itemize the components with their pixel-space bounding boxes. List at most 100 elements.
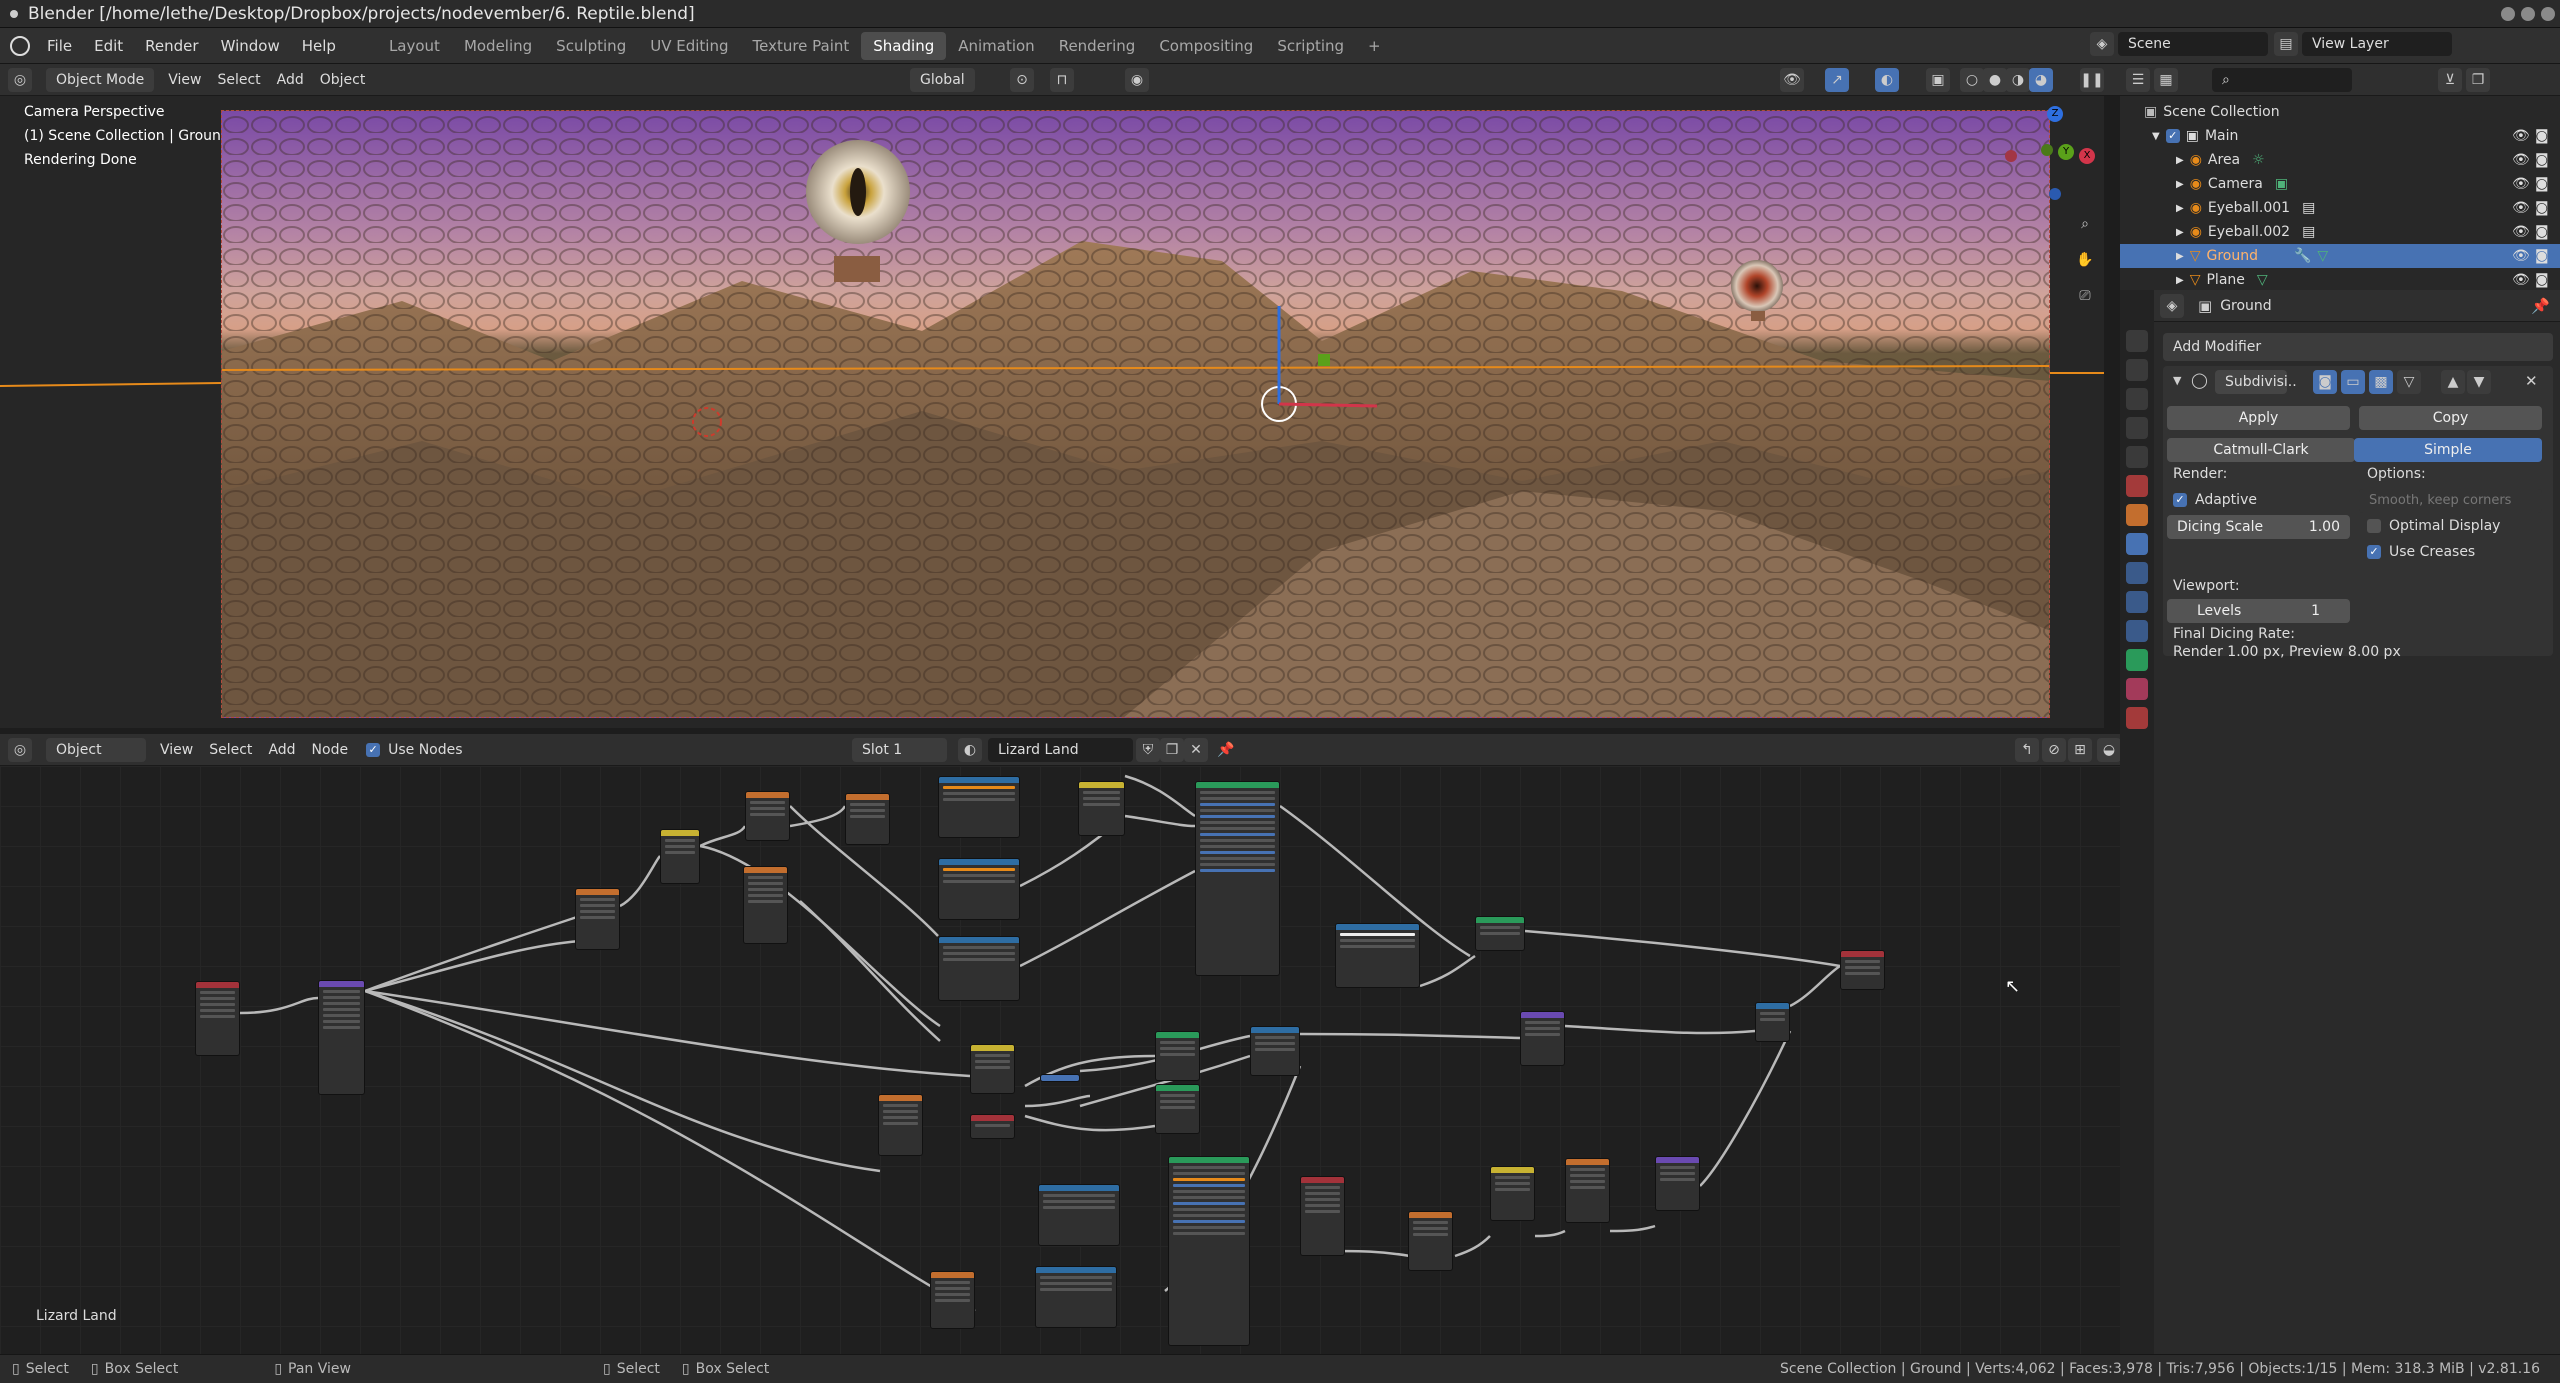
node-math-power[interactable] xyxy=(1565,1158,1610,1223)
node-menu-view[interactable]: View xyxy=(152,742,201,758)
expand-arrow-icon[interactable]: ▶ xyxy=(2176,275,2184,286)
modifier-name-field[interactable]: Subdivisi.. xyxy=(2215,370,2297,394)
view-layer-icon[interactable]: ▤ xyxy=(2274,32,2298,56)
gizmo-axis-neg-z-icon[interactable] xyxy=(2049,188,2061,200)
node-menu-select[interactable]: Select xyxy=(201,742,260,758)
tab-scripting[interactable]: Scripting xyxy=(1265,32,1356,60)
pan-hand-icon[interactable]: ✋ xyxy=(2073,248,2097,272)
overlays-icon[interactable]: ◐ xyxy=(1875,67,1899,92)
eye-icon[interactable]: 👁 xyxy=(2512,272,2530,288)
node-color-ramp-d[interactable] xyxy=(1335,923,1420,988)
add-modifier-dropdown[interactable]: Add Modifier xyxy=(2163,333,2553,361)
gizmo-axis-neg-y-icon[interactable] xyxy=(2041,144,2053,156)
node-mix-rgb-a[interactable] xyxy=(1078,781,1125,836)
maximize-button[interactable] xyxy=(2521,7,2535,21)
node-editor[interactable]: Lizard Land ↖ xyxy=(0,766,2120,1354)
dicing-scale-field[interactable]: Dicing Scale 1.00 xyxy=(2167,515,2350,539)
new-collection-icon[interactable]: ❐ xyxy=(2466,67,2490,92)
scene-selector[interactable]: Scene xyxy=(2118,32,2268,56)
tool-tab-icon[interactable] xyxy=(2126,330,2148,352)
node-noise-texture[interactable] xyxy=(575,888,620,950)
move-down-icon[interactable]: ▼ xyxy=(2467,370,2491,394)
view-layer-tab-icon[interactable] xyxy=(2126,417,2148,439)
tab-rendering[interactable]: Rendering xyxy=(1047,32,1148,60)
filter-icon[interactable]: ⊻ xyxy=(2438,67,2462,92)
show-in-editmode-icon[interactable]: ▩ xyxy=(2369,370,2393,394)
solid-shading-icon[interactable]: ● xyxy=(1983,67,2007,92)
object-tab-icon[interactable] xyxy=(2126,504,2148,526)
backdrop-icon[interactable]: ⊘ xyxy=(2042,737,2066,762)
node-color-ramp-f[interactable] xyxy=(1035,1266,1117,1328)
menu-file[interactable]: File xyxy=(36,32,83,60)
remove-modifier-icon[interactable]: ✕ xyxy=(2525,372,2538,390)
outliner-editor-type-icon[interactable]: ☰ xyxy=(2126,67,2150,92)
render-camera-icon[interactable]: ◙ xyxy=(2535,128,2549,144)
display-mode-icon[interactable]: ▦ xyxy=(2154,67,2178,92)
material-sphere-icon[interactable]: ◐ xyxy=(958,737,982,762)
node-shader-to-rgb-a[interactable] xyxy=(1155,1031,1200,1081)
outliner[interactable]: ☰ ▦ ⌕ ⊻ ❐ ▣ Scene Collection ▼ ✓ ▣ Main 👁 ◙ ▶ ◉… xyxy=(2120,64,2560,290)
node-color-ramp-a[interactable] xyxy=(938,776,1020,838)
gizmo-icon[interactable]: ↗ xyxy=(1825,67,1849,92)
tab-modeling[interactable]: Modeling xyxy=(452,32,544,60)
render-camera-icon[interactable]: ◙ xyxy=(2535,248,2549,264)
node-voronoi-a[interactable] xyxy=(745,791,790,841)
node-overlay-icon[interactable]: ◒ xyxy=(2097,737,2121,762)
fake-user-shield-icon[interactable]: ⛨ xyxy=(1136,737,1160,762)
node-shader-to-rgb-b[interactable] xyxy=(1155,1084,1200,1134)
eye-icon[interactable]: 👁 xyxy=(2512,200,2530,216)
minimize-button[interactable] xyxy=(2501,7,2515,21)
render-camera-icon[interactable]: ◙ xyxy=(2535,176,2549,192)
tab-uv-editing[interactable]: UV Editing xyxy=(638,32,740,60)
show-in-viewport-icon[interactable]: ▭ xyxy=(2341,370,2365,394)
eye-icon[interactable]: 👁 xyxy=(2512,224,2530,240)
viewport-menu-select[interactable]: Select xyxy=(209,72,268,88)
gizmo-axis-z-icon[interactable]: Z xyxy=(2047,106,2063,122)
expand-arrow-icon[interactable]: ▼ xyxy=(2152,131,2160,142)
expand-arrow-icon[interactable]: ▶ xyxy=(2176,179,2184,190)
properties-editor-type-icon[interactable]: ◈ xyxy=(2160,293,2184,318)
3d-viewport[interactable]: Camera Perspective (1) Scene Collection … xyxy=(0,96,2104,728)
viewport-menu-add[interactable]: Add xyxy=(269,72,312,88)
transform-orientation-dropdown[interactable]: Global xyxy=(910,67,975,92)
use-nodes-checkbox[interactable]: ✓ xyxy=(366,742,381,757)
pause-render-icon[interactable]: ❚❚ xyxy=(2080,67,2104,92)
node-material-output[interactable] xyxy=(1840,950,1885,990)
editor-type-icon[interactable]: ◎ xyxy=(8,67,32,92)
scene-tab-icon[interactable] xyxy=(2126,446,2148,468)
on-cage-icon[interactable]: ▽ xyxy=(2397,370,2421,394)
tab-sculpting[interactable]: Sculpting xyxy=(544,32,638,60)
node-color-ramp[interactable] xyxy=(660,829,700,884)
tab-layout[interactable]: Layout xyxy=(377,32,452,60)
proportional-edit-icon[interactable]: ◉ xyxy=(1125,67,1149,92)
adaptive-checkbox-row[interactable]: ✓ Adaptive xyxy=(2173,492,2257,508)
unlink-material-icon[interactable]: ✕ xyxy=(1184,737,1208,762)
use-creases-checkbox[interactable]: ✓ xyxy=(2367,545,2381,559)
output-tab-icon[interactable] xyxy=(2126,388,2148,410)
expand-arrow-icon[interactable]: ▶ xyxy=(2176,155,2184,166)
tab-animation[interactable]: Animation xyxy=(946,32,1046,60)
material-tab-icon[interactable] xyxy=(2126,678,2148,700)
smooth-dropdown[interactable]: Smooth, keep corners xyxy=(2359,489,2542,513)
optimal-display-checkbox[interactable] xyxy=(2367,519,2381,533)
gizmo-axis-x-icon[interactable]: X xyxy=(2079,148,2095,164)
pivot-icon[interactable]: ⊙ xyxy=(1010,67,1034,92)
outliner-item-scene-collection[interactable]: ▣ Scene Collection xyxy=(2120,100,2560,124)
visibility-icon[interactable]: 👁 xyxy=(1780,67,1804,92)
exclude-checkbox[interactable]: ✓ xyxy=(2165,129,2180,143)
node-noise-texture-d[interactable] xyxy=(930,1271,975,1329)
physics-tab-icon[interactable] xyxy=(2126,591,2148,613)
zoom-icon[interactable]: ⌕ xyxy=(2073,212,2097,236)
snap-node-icon[interactable]: ⊞ xyxy=(2068,737,2092,762)
expand-arrow-icon[interactable]: ▶ xyxy=(2176,203,2184,214)
node-principled-bsdf-a[interactable] xyxy=(1195,781,1280,976)
render-camera-icon[interactable]: ◙ xyxy=(2535,200,2549,216)
outliner-item-eyeball-001[interactable]: ▶ ◉ Eyeball.001 ▤ 👁 ◙ xyxy=(2120,196,2560,220)
camera-view-icon[interactable]: ⎚ xyxy=(2073,284,2097,308)
viewport-menu-view[interactable]: View xyxy=(160,72,209,88)
render-camera-icon[interactable]: ◙ xyxy=(2535,152,2549,168)
render-camera-icon[interactable]: ◙ xyxy=(2535,272,2549,288)
viewport-menu-object[interactable]: Object xyxy=(312,72,374,88)
duplicate-material-icon[interactable]: ❐ xyxy=(1160,737,1184,762)
blender-menu-icon[interactable] xyxy=(10,35,30,56)
